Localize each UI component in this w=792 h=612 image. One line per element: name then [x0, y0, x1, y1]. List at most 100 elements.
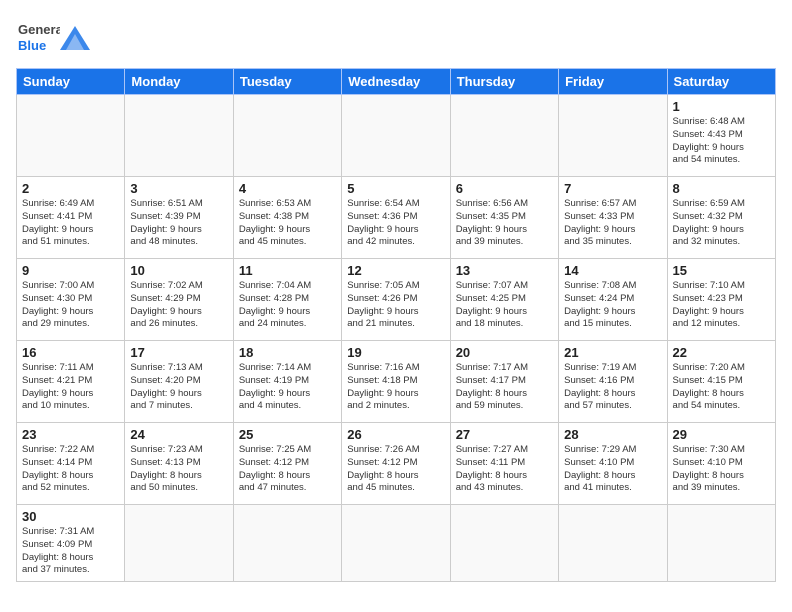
calendar-cell: 29 Sunrise: 7:30 AM Sunset: 4:10 PM Dayli…	[667, 423, 775, 505]
day-number: 17	[130, 345, 227, 360]
calendar-week-row: 1Sunrise: 6:48 AM Sunset: 4:43 PM Daylig…	[17, 95, 776, 177]
calendar-header-row: SundayMondayTuesdayWednesdayThursdayFrid…	[17, 69, 776, 95]
calendar-cell: 7Sunrise: 6:57 AM Sunset: 4:33 PM Daylig…	[559, 177, 667, 259]
day-info: Sunrise: 7:10 AM Sunset: 4:23 PM Dayligh…	[673, 280, 770, 331]
day-info: Sunrise: 7:04 AM Sunset: 4:28 PM Dayligh…	[239, 280, 336, 331]
calendar-week-row: 23 Sunrise: 7:22 AM Sunset: 4:14 PM Dayli…	[17, 423, 776, 505]
day-info: Sunrise: 6:56 AM Sunset: 4:35 PM Dayligh…	[456, 198, 553, 249]
day-number: 10	[130, 263, 227, 278]
day-info: Sunrise: 7:19 AM Sunset: 4:16 PM Dayligh…	[564, 362, 661, 413]
calendar-cell: 3Sunrise: 6:51 AM Sunset: 4:39 PM Daylig…	[125, 177, 233, 259]
calendar-week-row: 16Sunrise: 7:11 AM Sunset: 4:21 PM Dayli…	[17, 341, 776, 423]
calendar-cell: 9Sunrise: 7:00 AM Sunset: 4:30 PM Daylig…	[17, 259, 125, 341]
day-number: 19	[347, 345, 444, 360]
day-info: Sunrise: 7:30 AM Sunset: 4:10 PM Dayligh…	[673, 444, 770, 495]
calendar-cell: 6 Sunrise: 6:56 AM Sunset: 4:35 PM Daylig…	[450, 177, 558, 259]
calendar-cell: 13 Sunrise: 7:07 AM Sunset: 4:25 PM Dayli…	[450, 259, 558, 341]
day-info: Sunrise: 7:02 AM Sunset: 4:29 PM Dayligh…	[130, 280, 227, 331]
calendar-cell: 26 Sunrise: 7:26 AM Sunset: 4:12 PM Dayli…	[342, 423, 450, 505]
calendar-cell: 19Sunrise: 7:16 AM Sunset: 4:18 PM Dayli…	[342, 341, 450, 423]
calendar-cell: 30 Sunrise: 7:31 AM Sunset: 4:09 PM Dayli…	[17, 505, 125, 582]
day-number: 5	[347, 181, 444, 196]
day-info: Sunrise: 7:31 AM Sunset: 4:09 PM Dayligh…	[22, 526, 119, 577]
day-number: 12	[347, 263, 444, 278]
calendar-cell: 20 Sunrise: 7:17 AM Sunset: 4:17 PM Dayli…	[450, 341, 558, 423]
calendar-cell	[450, 505, 558, 582]
day-info: Sunrise: 6:49 AM Sunset: 4:41 PM Dayligh…	[22, 198, 119, 249]
day-number: 13	[456, 263, 553, 278]
day-number: 27	[456, 427, 553, 442]
day-info: Sunrise: 7:17 AM Sunset: 4:17 PM Dayligh…	[456, 362, 553, 413]
day-number: 30	[22, 509, 119, 524]
day-number: 8	[673, 181, 770, 196]
calendar-cell	[125, 95, 233, 177]
day-info: Sunrise: 7:11 AM Sunset: 4:21 PM Dayligh…	[22, 362, 119, 413]
col-header-monday: Monday	[125, 69, 233, 95]
day-number: 29	[673, 427, 770, 442]
day-info: Sunrise: 7:08 AM Sunset: 4:24 PM Dayligh…	[564, 280, 661, 331]
calendar-cell: 25 Sunrise: 7:25 AM Sunset: 4:12 PM Dayli…	[233, 423, 341, 505]
calendar-cell	[125, 505, 233, 582]
calendar-cell: 16Sunrise: 7:11 AM Sunset: 4:21 PM Dayli…	[17, 341, 125, 423]
calendar-cell	[17, 95, 125, 177]
calendar-cell: 4Sunrise: 6:53 AM Sunset: 4:38 PM Daylig…	[233, 177, 341, 259]
day-number: 2	[22, 181, 119, 196]
day-info: Sunrise: 7:05 AM Sunset: 4:26 PM Dayligh…	[347, 280, 444, 331]
day-info: Sunrise: 7:27 AM Sunset: 4:11 PM Dayligh…	[456, 444, 553, 495]
day-number: 15	[673, 263, 770, 278]
day-number: 24	[130, 427, 227, 442]
logo-svg: General Blue	[16, 16, 60, 60]
calendar-week-row: 30 Sunrise: 7:31 AM Sunset: 4:09 PM Dayli…	[17, 505, 776, 582]
logo: General Blue	[16, 16, 90, 60]
calendar-cell: 5Sunrise: 6:54 AM Sunset: 4:36 PM Daylig…	[342, 177, 450, 259]
calendar-cell: 22 Sunrise: 7:20 AM Sunset: 4:15 PM Dayli…	[667, 341, 775, 423]
calendar-cell: 28Sunrise: 7:29 AM Sunset: 4:10 PM Dayli…	[559, 423, 667, 505]
day-number: 4	[239, 181, 336, 196]
day-number: 25	[239, 427, 336, 442]
col-header-sunday: Sunday	[17, 69, 125, 95]
calendar-cell	[233, 505, 341, 582]
calendar-cell	[342, 505, 450, 582]
calendar-cell: 18Sunrise: 7:14 AM Sunset: 4:19 PM Dayli…	[233, 341, 341, 423]
day-info: Sunrise: 7:22 AM Sunset: 4:14 PM Dayligh…	[22, 444, 119, 495]
day-number: 22	[673, 345, 770, 360]
day-number: 23	[22, 427, 119, 442]
calendar-cell: 23 Sunrise: 7:22 AM Sunset: 4:14 PM Dayli…	[17, 423, 125, 505]
day-info: Sunrise: 7:13 AM Sunset: 4:20 PM Dayligh…	[130, 362, 227, 413]
day-info: Sunrise: 6:57 AM Sunset: 4:33 PM Dayligh…	[564, 198, 661, 249]
calendar-cell	[342, 95, 450, 177]
day-number: 26	[347, 427, 444, 442]
day-info: Sunrise: 7:25 AM Sunset: 4:12 PM Dayligh…	[239, 444, 336, 495]
calendar-week-row: 9Sunrise: 7:00 AM Sunset: 4:30 PM Daylig…	[17, 259, 776, 341]
calendar-cell	[233, 95, 341, 177]
day-info: Sunrise: 7:26 AM Sunset: 4:12 PM Dayligh…	[347, 444, 444, 495]
calendar-cell: 15 Sunrise: 7:10 AM Sunset: 4:23 PM Dayli…	[667, 259, 775, 341]
calendar-cell: 8 Sunrise: 6:59 AM Sunset: 4:32 PM Daylig…	[667, 177, 775, 259]
calendar-week-row: 2 Sunrise: 6:49 AM Sunset: 4:41 PM Daylig…	[17, 177, 776, 259]
day-number: 20	[456, 345, 553, 360]
day-info: Sunrise: 7:23 AM Sunset: 4:13 PM Dayligh…	[130, 444, 227, 495]
calendar-cell: 17 Sunrise: 7:13 AM Sunset: 4:20 PM Dayli…	[125, 341, 233, 423]
calendar-cell	[559, 95, 667, 177]
col-header-tuesday: Tuesday	[233, 69, 341, 95]
day-info: Sunrise: 6:51 AM Sunset: 4:39 PM Dayligh…	[130, 198, 227, 249]
day-info: Sunrise: 6:59 AM Sunset: 4:32 PM Dayligh…	[673, 198, 770, 249]
day-info: Sunrise: 7:07 AM Sunset: 4:25 PM Dayligh…	[456, 280, 553, 331]
day-number: 14	[564, 263, 661, 278]
calendar-cell	[450, 95, 558, 177]
day-info: Sunrise: 7:14 AM Sunset: 4:19 PM Dayligh…	[239, 362, 336, 413]
day-info: Sunrise: 7:20 AM Sunset: 4:15 PM Dayligh…	[673, 362, 770, 413]
day-number: 21	[564, 345, 661, 360]
page-header: General Blue	[16, 16, 776, 60]
calendar-cell: 21 Sunrise: 7:19 AM Sunset: 4:16 PM Dayli…	[559, 341, 667, 423]
calendar-cell: 14 Sunrise: 7:08 AM Sunset: 4:24 PM Dayli…	[559, 259, 667, 341]
day-number: 6	[456, 181, 553, 196]
logo-wordmark: General Blue	[16, 16, 90, 60]
col-header-saturday: Saturday	[667, 69, 775, 95]
col-header-thursday: Thursday	[450, 69, 558, 95]
calendar-cell	[667, 505, 775, 582]
day-info: Sunrise: 7:00 AM Sunset: 4:30 PM Dayligh…	[22, 280, 119, 331]
calendar-cell: 11Sunrise: 7:04 AM Sunset: 4:28 PM Dayli…	[233, 259, 341, 341]
day-number: 28	[564, 427, 661, 442]
svg-text:Blue: Blue	[18, 38, 46, 53]
